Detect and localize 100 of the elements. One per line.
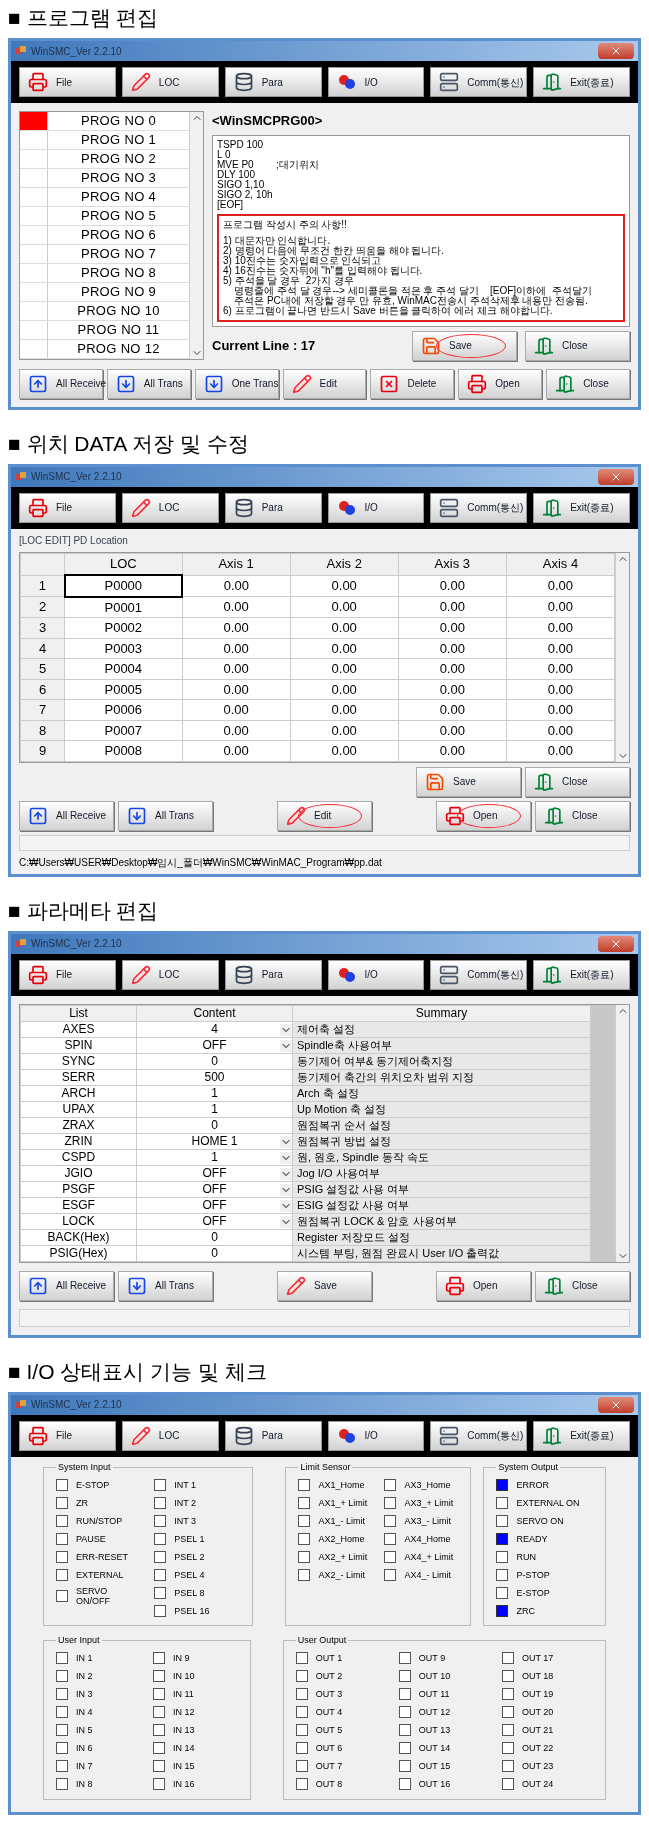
toolbar-button[interactable]: I/O [327, 1420, 425, 1451]
toolbar-button[interactable]: Para [224, 1420, 322, 1451]
table-cell[interactable]: 0.00 [506, 575, 615, 597]
checkbox[interactable] [56, 1706, 68, 1718]
checkbox[interactable] [56, 1778, 68, 1790]
toolbar-button[interactable]: Exit(종료) [533, 1420, 630, 1451]
table-cell[interactable]: P0005 [64, 679, 183, 700]
table-cell[interactable]: 4 [136, 1021, 293, 1037]
checkbox[interactable] [496, 1568, 509, 1581]
checkbox[interactable] [154, 1550, 167, 1563]
table-cell[interactable]: 0.00 [290, 596, 399, 618]
table-cell[interactable]: OFF [136, 1213, 293, 1229]
checkbox[interactable] [384, 1568, 397, 1581]
program-item[interactable]: PROG NO 2 [48, 150, 189, 168]
toolbar-button[interactable]: Comm(통신) [430, 959, 528, 990]
checkbox[interactable] [154, 1514, 167, 1527]
toolbar-button[interactable]: LOC [121, 492, 219, 523]
checkbox[interactable] [298, 1514, 311, 1527]
program-item[interactable]: PROG NO 3 [48, 169, 189, 187]
checkbox[interactable] [56, 1670, 68, 1682]
checkbox[interactable] [496, 1550, 509, 1563]
checkbox[interactable] [501, 1742, 514, 1754]
checkbox[interactable] [501, 1724, 514, 1736]
checkbox[interactable] [56, 1688, 68, 1700]
action-button[interactable]: Save [416, 766, 521, 797]
checkbox[interactable] [56, 1478, 68, 1491]
table-cell[interactable]: P0008 [64, 740, 183, 761]
action-button[interactable]: One Trans [194, 368, 279, 399]
checkbox[interactable] [398, 1652, 411, 1664]
action-button[interactable]: All Trans [118, 1270, 213, 1301]
table-cell[interactable]: 0.00 [398, 699, 507, 720]
program-item[interactable]: PROG NO 10 [48, 302, 189, 320]
table-cell[interactable]: HOME 1 [136, 1133, 293, 1149]
checkbox[interactable] [295, 1706, 308, 1718]
toolbar-button[interactable]: File [19, 959, 116, 990]
checkbox[interactable] [152, 1670, 165, 1682]
checkbox[interactable] [56, 1760, 68, 1772]
action-button[interactable]: All Trans [118, 800, 213, 831]
checkbox[interactable] [496, 1604, 509, 1617]
table-cell[interactable]: 0.00 [182, 699, 291, 720]
table-cell[interactable]: 0.00 [290, 720, 399, 741]
checkbox[interactable] [398, 1688, 411, 1700]
checkbox[interactable] [152, 1706, 165, 1718]
checkbox[interactable] [56, 1514, 68, 1527]
checkbox[interactable] [398, 1760, 411, 1772]
table-cell[interactable]: 0 [136, 1245, 293, 1261]
table-cell[interactable]: 500 [136, 1069, 293, 1085]
table-cell[interactable]: 1 [136, 1085, 293, 1101]
toolbar-button[interactable]: Para [224, 492, 322, 523]
table-cell[interactable]: 0.00 [506, 638, 615, 659]
toolbar-button[interactable]: I/O [327, 959, 425, 990]
table-cell[interactable]: 0.00 [398, 596, 507, 618]
checkbox[interactable] [295, 1670, 308, 1682]
toolbar-button[interactable]: LOC [121, 959, 219, 990]
checkbox[interactable] [496, 1478, 509, 1491]
checkbox[interactable] [56, 1652, 68, 1664]
action-button[interactable]: All Receive [19, 800, 114, 831]
checkbox[interactable] [384, 1550, 397, 1563]
table-cell[interactable]: 0.00 [182, 679, 291, 700]
toolbar-button[interactable]: Exit(종료) [533, 492, 630, 523]
toolbar-button[interactable]: I/O [327, 67, 425, 97]
table-cell[interactable]: P0001 [64, 596, 183, 618]
toolbar-button[interactable]: Comm(통신) [430, 67, 528, 97]
window-close-button[interactable] [598, 468, 634, 485]
action-button[interactable]: Edit [282, 368, 367, 399]
table-cell[interactable]: 0.00 [290, 679, 399, 700]
checkbox[interactable] [152, 1742, 165, 1754]
table-cell[interactable]: OFF [136, 1037, 293, 1053]
table-cell[interactable]: P0004 [64, 658, 183, 679]
table-cell[interactable]: 0.00 [506, 679, 615, 700]
toolbar-button[interactable]: Exit(종료) [533, 959, 630, 990]
checkbox[interactable] [298, 1550, 311, 1563]
checkbox[interactable] [154, 1604, 167, 1617]
checkbox[interactable] [152, 1652, 165, 1664]
program-item[interactable]: PROG NO 5 [48, 207, 189, 225]
action-button[interactable]: All Trans [106, 368, 191, 399]
checkbox[interactable] [496, 1514, 509, 1527]
table-cell[interactable]: P0007 [64, 720, 183, 741]
window-close-button[interactable] [598, 935, 634, 952]
toolbar-button[interactable]: I/O [327, 492, 425, 523]
checkbox[interactable] [298, 1532, 311, 1545]
table-cell[interactable]: 0 [136, 1229, 293, 1245]
table-cell[interactable]: 1 [136, 1101, 293, 1117]
table-cell[interactable]: 0.00 [398, 638, 507, 659]
table-cell[interactable]: P0002 [64, 617, 183, 638]
checkbox[interactable] [295, 1778, 308, 1790]
checkbox[interactable] [154, 1586, 167, 1599]
checkbox[interactable] [298, 1496, 311, 1509]
table-cell[interactable]: 0.00 [398, 740, 507, 761]
checkbox[interactable] [398, 1670, 411, 1682]
table-cell[interactable]: 0.00 [506, 596, 615, 618]
table-cell[interactable]: 0 [136, 1117, 293, 1133]
table-cell[interactable]: 0.00 [182, 720, 291, 741]
table-cell[interactable]: OFF [136, 1165, 293, 1181]
action-button[interactable]: Open [458, 368, 543, 399]
checkbox[interactable] [384, 1478, 397, 1491]
checkbox[interactable] [501, 1778, 514, 1790]
toolbar-button[interactable]: Comm(통신) [430, 1420, 528, 1451]
checkbox[interactable] [496, 1496, 509, 1509]
toolbar-button[interactable]: Exit(종료) [533, 67, 630, 97]
